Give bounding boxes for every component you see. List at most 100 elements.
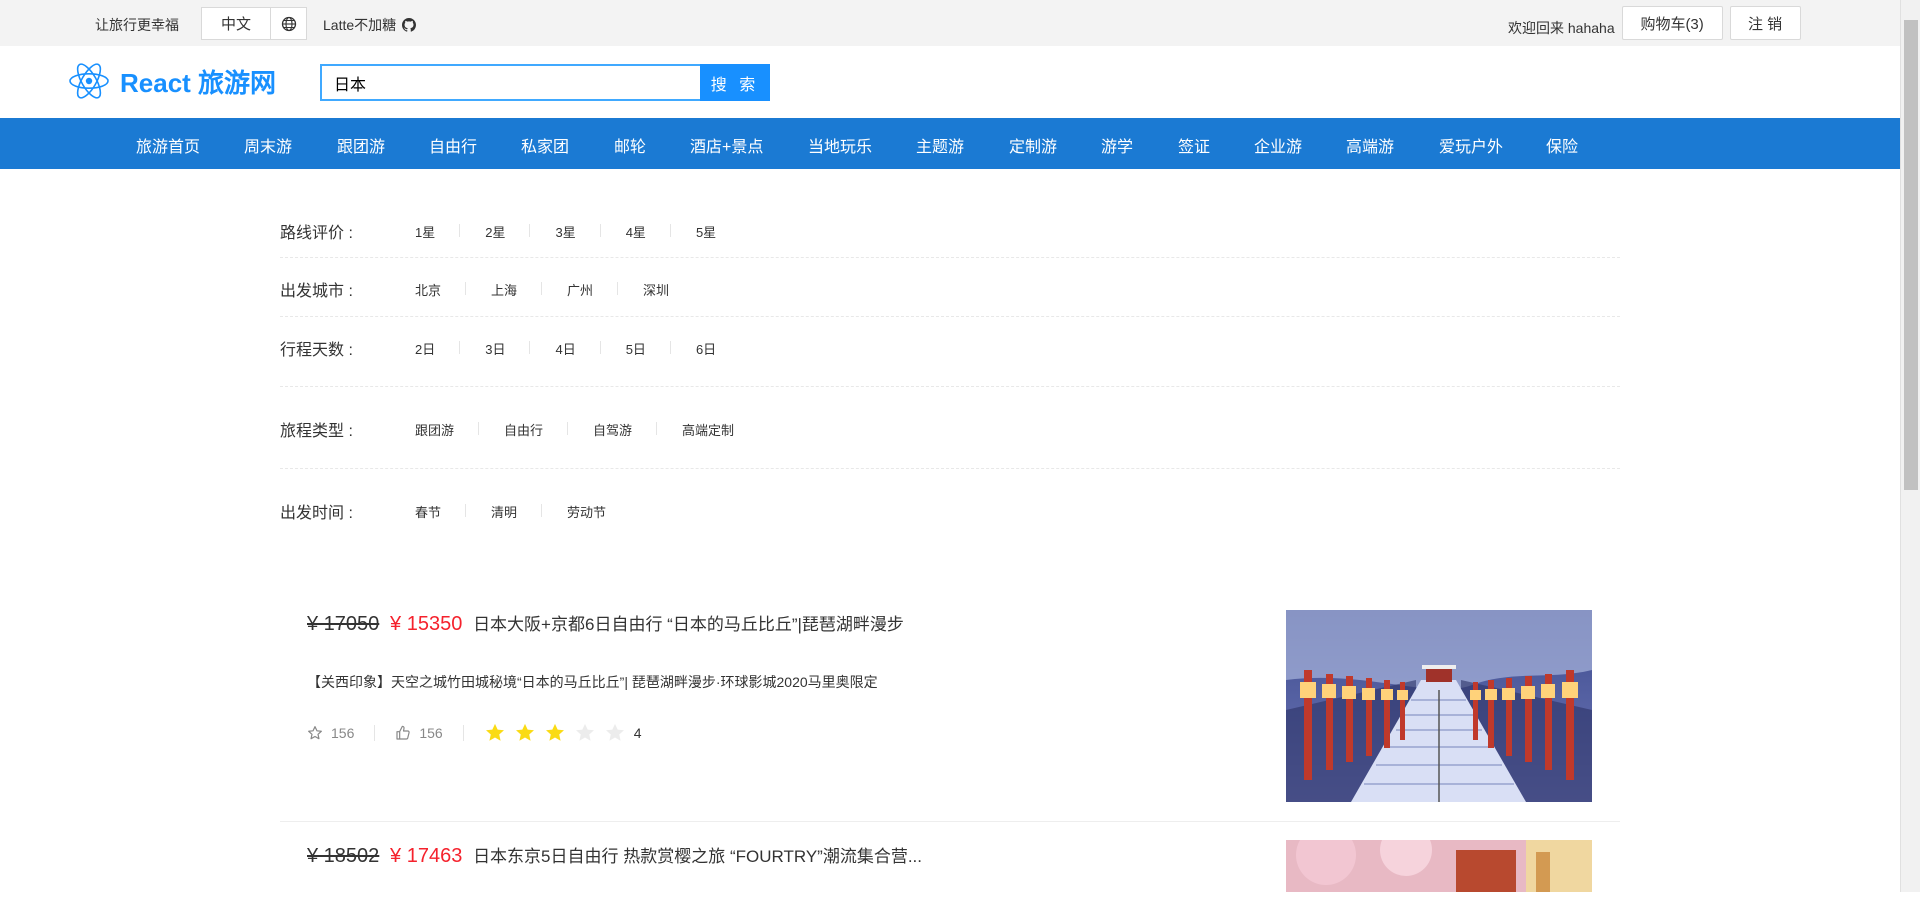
product-card[interactable]: ¥ 18502 ¥ 17463 日本东京5日自由行 热款赏樱之旅 “FOURTR… xyxy=(280,822,1620,912)
search-button[interactable]: 搜 索 xyxy=(700,64,770,101)
logo[interactable]: React 旅游网 xyxy=(68,60,276,102)
star-filled-icon[interactable] xyxy=(544,722,566,744)
filter-option[interactable]: 5日 xyxy=(626,339,672,358)
react-logo-icon xyxy=(69,63,109,99)
filter-option[interactable]: 自驾游 xyxy=(593,420,658,439)
favorite-count: 156 xyxy=(331,725,355,741)
like-action[interactable]: 156 xyxy=(395,725,464,741)
filter-option[interactable]: 1星 xyxy=(415,222,461,241)
filter-row-days: 行程天数 : 2日 3日 4日 5日 6日 xyxy=(280,317,1620,387)
filter-label: 旅程类型 : xyxy=(280,423,353,440)
filter-option[interactable]: 3日 xyxy=(485,339,531,358)
nav-item[interactable]: 高端游 xyxy=(1346,133,1394,157)
logout-button[interactable]: 注 销 xyxy=(1729,6,1801,40)
rating-stars[interactable] xyxy=(484,722,626,744)
product-title-row[interactable]: ¥ 17050 ¥ 15350 日本大阪+京都6日自由行 “日本的马丘比丘”|琵… xyxy=(307,610,904,636)
filter-option[interactable]: 广州 xyxy=(567,280,619,299)
nav-item[interactable]: 邮轮 xyxy=(614,133,646,157)
nav-item[interactable]: 酒店+景点 xyxy=(690,133,763,157)
filter-row-city: 出发城市 : 北京 上海 广州 深圳 xyxy=(280,258,1620,317)
user-area: 欢迎回来 hahaha 购物车(3) 注 销 xyxy=(1508,6,1808,40)
nav-item[interactable]: 跟团游 xyxy=(337,133,385,157)
filter-option[interactable]: 北京 xyxy=(415,280,467,299)
filter-option[interactable]: 3星 xyxy=(555,222,601,241)
filter-row-time: 出发时间 : 春节 清明 劳动节 xyxy=(280,469,1620,551)
nav-item[interactable]: 主题游 xyxy=(916,133,964,157)
language-button[interactable]: 中文 xyxy=(201,7,271,40)
filter-option[interactable]: 4星 xyxy=(626,222,672,241)
nav-item[interactable]: 定制游 xyxy=(1009,133,1057,157)
thumbs-up-icon xyxy=(396,725,411,740)
product-description: 【关西印象】天空之城竹田城秘境“日本的马丘比丘”| 琵琶湖畔漫步·环球影城202… xyxy=(307,674,878,690)
nav-item[interactable]: 旅游首页 xyxy=(136,133,200,157)
nav-item[interactable]: 游学 xyxy=(1101,133,1133,157)
product-title-row[interactable]: ¥ 18502 ¥ 17463 日本东京5日自由行 热款赏樱之旅 “FOURTR… xyxy=(307,842,922,868)
sale-price: ¥ 15350 xyxy=(390,613,463,635)
top-bar: 让旅行更幸福 中文 Latte不加糖 欢迎回来 hahaha 购物车(3) 注 … xyxy=(0,0,1900,46)
product-image[interactable] xyxy=(1286,610,1592,802)
search-input[interactable] xyxy=(320,64,700,101)
github-icon xyxy=(402,18,417,32)
author-name: Latte不加糖 xyxy=(323,17,397,33)
star-filled-icon[interactable] xyxy=(484,722,506,744)
filter-label: 行程天数 : xyxy=(280,342,353,359)
product-title[interactable]: 日本东京5日自由行 热款赏樱之旅 “FOURTRY”潮流集合营... xyxy=(473,847,922,866)
language-selector[interactable]: 中文 xyxy=(201,7,307,40)
star-filled-icon[interactable] xyxy=(514,722,536,744)
filter-option[interactable]: 春节 xyxy=(415,502,467,521)
slogan: 让旅行更幸福 xyxy=(95,17,179,33)
filter-option[interactable]: 5星 xyxy=(696,222,741,241)
nav-item[interactable]: 自由行 xyxy=(429,133,477,157)
like-count: 156 xyxy=(419,725,443,741)
filter-option[interactable]: 2星 xyxy=(485,222,531,241)
main-nav: 旅游首页 周末游 跟团游 自由行 私家团 邮轮 酒店+景点 当地玩乐 主题游 定… xyxy=(0,118,1900,169)
rating-label: 4 xyxy=(633,725,642,741)
filter-option[interactable]: 4日 xyxy=(555,339,601,358)
star-empty-icon[interactable] xyxy=(574,722,596,744)
nav-item[interactable]: 周末游 xyxy=(244,133,292,157)
nav-item[interactable]: 私家团 xyxy=(521,133,569,157)
product-title[interactable]: 日本大阪+京都6日自由行 “日本的马丘比丘”|琵琶湖畔漫步 xyxy=(473,615,904,634)
globe-dropdown-button[interactable] xyxy=(271,7,307,40)
nav-item[interactable]: 企业游 xyxy=(1254,133,1302,157)
filter-option[interactable]: 6日 xyxy=(696,339,741,358)
product-photo-cherry-blossom xyxy=(1286,840,1592,892)
favorite-action[interactable]: 156 xyxy=(307,725,376,741)
original-price: ¥ 18502 xyxy=(307,845,380,867)
page-scrollbar[interactable] xyxy=(1900,0,1920,892)
filter-row-type: 旅程类型 : 跟团游 自由行 自驾游 高端定制 xyxy=(280,387,1620,469)
filter-option[interactable]: 深圳 xyxy=(643,280,694,299)
nav-item[interactable]: 保险 xyxy=(1546,133,1578,157)
nav-item[interactable]: 当地玩乐 xyxy=(808,133,872,157)
filter-option[interactable]: 高端定制 xyxy=(682,420,759,439)
nav-item[interactable]: 签证 xyxy=(1178,133,1210,157)
filter-label: 出发城市 : xyxy=(280,283,353,300)
author-link[interactable]: Latte不加糖 xyxy=(323,15,417,35)
sale-price: ¥ 17463 xyxy=(390,845,463,867)
globe-icon xyxy=(281,16,296,31)
filter-option[interactable]: 自由行 xyxy=(504,420,569,439)
original-price: ¥ 17050 xyxy=(307,613,380,635)
filter-option[interactable]: 跟团游 xyxy=(415,420,480,439)
product-photo-snowy-shrine xyxy=(1286,610,1592,802)
cart-button[interactable]: 购物车(3) xyxy=(1621,6,1723,40)
filter-option[interactable]: 上海 xyxy=(491,280,543,299)
product-actions: 156 156 4 xyxy=(307,722,642,744)
star-outline-icon xyxy=(308,726,322,740)
nav-item[interactable]: 爱玩户外 xyxy=(1439,133,1503,157)
filter-panel: 路线评价 : 1星 2星 3星 4星 5星 出发城市 : 北京 上海 广州 深圳… xyxy=(280,205,1620,551)
header: React 旅游网 搜 索 xyxy=(0,46,1900,118)
filter-row-rating: 路线评价 : 1星 2星 3星 4星 5星 xyxy=(280,205,1620,258)
filter-label: 出发时间 : xyxy=(280,505,353,522)
welcome-text: 欢迎回来 hahaha xyxy=(1508,20,1615,36)
product-card[interactable]: ¥ 17050 ¥ 15350 日本大阪+京都6日自由行 “日本的马丘比丘”|琵… xyxy=(280,600,1620,822)
logo-text: React 旅游网 xyxy=(120,67,277,98)
search-bar: 搜 索 xyxy=(320,64,770,101)
scrollbar-thumb[interactable] xyxy=(1904,20,1918,490)
product-image[interactable] xyxy=(1286,840,1592,892)
filter-label: 路线评价 : xyxy=(280,225,353,242)
filter-option[interactable]: 2日 xyxy=(415,339,461,358)
filter-option[interactable]: 劳动节 xyxy=(567,502,631,521)
filter-option[interactable]: 清明 xyxy=(491,502,543,521)
star-empty-icon[interactable] xyxy=(604,722,626,744)
